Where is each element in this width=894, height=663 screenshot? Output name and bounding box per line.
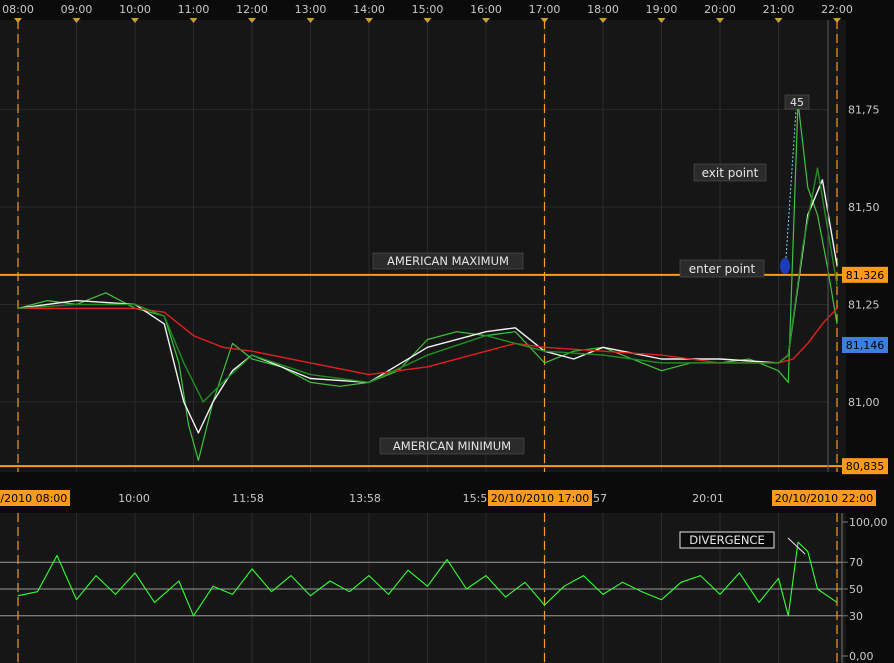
annotation-exit-point: exit point [693, 163, 767, 182]
bottom-time-label: 11:58 [232, 492, 264, 505]
enter-point-marker [780, 258, 790, 274]
bottom-time-label: 20:01 [692, 492, 724, 505]
annotation-american-maximum: AMERICAN MAXIMUM [372, 252, 524, 270]
bottom-time-label: 13:58 [349, 492, 381, 505]
osc-tick-label: 0,00 [849, 650, 874, 663]
bottom-time-label: 57 [593, 492, 607, 505]
bottom-date-label: 20/10/2010 08:00 [0, 492, 67, 505]
bottom-date-label: 20/10/2010 22:00 [775, 492, 874, 505]
y-tick-label: 81,50 [848, 201, 880, 214]
enter-point-label: enter point [689, 262, 756, 276]
top-time-tick: 12:00 [236, 3, 268, 16]
price-badge-label: 80,835 [846, 460, 885, 473]
top-time-tick: 16:00 [470, 3, 502, 16]
american-minimum-label: AMERICAN MINIMUM [393, 439, 511, 453]
price-badge-label: 81,326 [846, 269, 885, 282]
osc-tick-label: 100,00 [849, 516, 888, 529]
bottom-time-label: 15:5 [463, 492, 488, 505]
y-tick-label: 81,25 [848, 298, 880, 311]
spike-label: 45 [790, 96, 804, 109]
top-time-tick: 11:00 [178, 3, 210, 16]
annotation-american-minimum: AMERICAN MINIMUM [379, 437, 525, 455]
top-time-tick: 22:00 [821, 3, 853, 16]
osc-tick-label: 30 [849, 610, 863, 623]
top-time-tick: 19:00 [646, 3, 678, 16]
top-time-tick: 20:00 [704, 3, 736, 16]
trading-chart: 08:00 09:00 10:00 11:00 12:00 13:00 14:00 15:00… [0, 0, 894, 663]
osc-tick-label: 50 [849, 583, 863, 596]
bottom-time-label: 10:00 [118, 492, 150, 505]
price-badge-label: 81,146 [846, 339, 885, 352]
spike-label-box: 45 [784, 94, 810, 110]
top-time-tick: 17:00 [529, 3, 561, 16]
top-time-tick: 09:00 [61, 3, 93, 16]
bottom-date-label: 20/10/2010 17:00 [491, 492, 590, 505]
top-time-tick: 15:00 [412, 3, 444, 16]
top-time-tick: 18:00 [587, 3, 619, 16]
top-time-tick: 10:00 [119, 3, 151, 16]
annotation-enter-point: enter point [679, 259, 765, 278]
annotation-divergence: DIVERGENCE [679, 531, 775, 549]
osc-tick-label: 70 [849, 556, 863, 569]
price-panel [0, 20, 846, 472]
top-time-tick: 08:00 [2, 3, 34, 16]
y-tick-label: 81,00 [848, 396, 880, 409]
y-tick-label: 81,75 [848, 104, 880, 117]
divergence-label: DIVERGENCE [689, 533, 764, 547]
top-time-tick: 14:00 [353, 3, 385, 16]
exit-point-label: exit point [702, 166, 759, 180]
top-time-tick: 13:00 [295, 3, 327, 16]
american-maximum-label: AMERICAN MAXIMUM [387, 254, 509, 268]
top-time-tick: 21:00 [763, 3, 795, 16]
